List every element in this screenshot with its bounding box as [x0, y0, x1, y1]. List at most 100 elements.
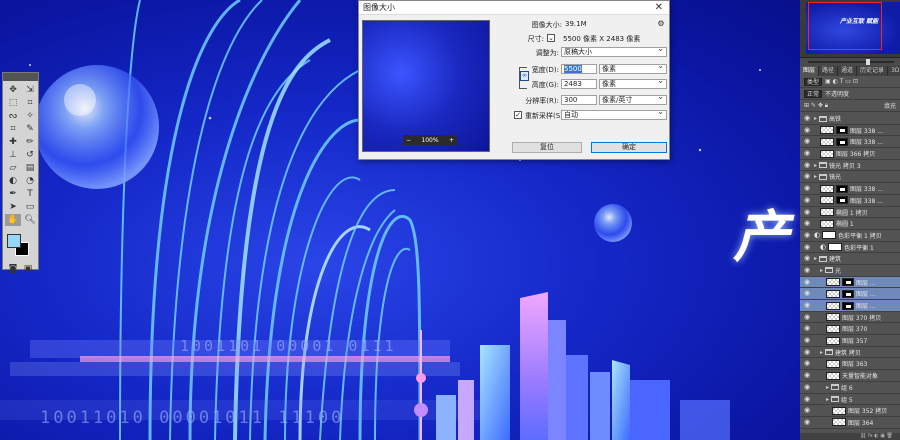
group-expand-icon[interactable]: ▸	[814, 255, 817, 262]
group-expand-icon[interactable]: ▸	[814, 115, 817, 122]
visibility-eye-icon[interactable]: ◉	[804, 418, 811, 425]
eraser-tool-icon[interactable]: ▱	[5, 162, 21, 174]
layer-mask-thumbnail[interactable]	[828, 243, 843, 252]
layer-name[interactable]: 镜光 拷贝 3	[829, 161, 861, 170]
layer-name[interactable]: 镜光	[829, 172, 841, 181]
visibility-eye-icon[interactable]: ◉	[804, 196, 811, 203]
layer-mask-thumbnail[interactable]	[842, 289, 854, 298]
close-icon[interactable]: ✕	[655, 2, 663, 13]
resample-select[interactable]: 自动	[561, 108, 667, 120]
tab-3d[interactable]: 3D	[888, 66, 900, 76]
zoom-tool-icon[interactable]: 🔍︎	[22, 214, 38, 226]
layer-thumbnail[interactable]	[820, 137, 834, 146]
layer-thumbnail[interactable]	[826, 301, 840, 310]
zoom-out-button[interactable]: −	[406, 137, 411, 144]
visibility-eye-icon[interactable]: ◉	[804, 395, 811, 402]
visibility-eye-icon[interactable]: ◉	[804, 185, 811, 192]
layer-name[interactable]: 组 5	[841, 395, 853, 404]
layer-row[interactable]: ◉ 图层 ...	[800, 288, 900, 300]
layer-name[interactable]: 建筑	[829, 254, 841, 263]
layer-name[interactable]: 图层 363	[842, 359, 867, 368]
tab-paths[interactable]: 路径	[819, 66, 839, 76]
visibility-eye-icon[interactable]: ◉	[804, 383, 811, 390]
foreground-color-swatch[interactable]	[7, 234, 21, 248]
layer-name[interactable]: 椭圆 1 拷贝	[836, 208, 868, 217]
layer-row[interactable]: ◉ 图层 366 拷贝	[800, 148, 900, 160]
visibility-eye-icon[interactable]: ◉	[804, 302, 811, 309]
layer-name[interactable]: 图层 357	[842, 336, 867, 345]
layer-row[interactable]: ◉ 图层 357	[800, 335, 900, 347]
visibility-eye-icon[interactable]: ◉	[804, 255, 811, 262]
layer-name[interactable]: 图层 370	[842, 324, 867, 333]
layer-thumbnail[interactable]	[820, 208, 834, 216]
group-expand-icon[interactable]: ▸	[820, 267, 823, 274]
layer-row[interactable]: ◉ ◐ 色彩平衡 1 拷贝	[800, 229, 900, 242]
group-expand-icon[interactable]: ▸	[820, 349, 823, 356]
layer-row[interactable]: ◉ 图层 338 ...	[800, 136, 900, 149]
layer-mask-thumbnail[interactable]	[836, 196, 848, 205]
layer-thumbnail[interactable]	[832, 418, 846, 427]
layer-thumbnail[interactable]	[826, 371, 840, 380]
layer-row[interactable]: ◉ 图层 338 ...	[800, 194, 900, 207]
layer-name[interactable]: 图层 338 ...	[850, 196, 883, 205]
layer-filter-select[interactable]: 类型	[804, 77, 823, 86]
layer-row[interactable]: ◉ 图层 370	[800, 323, 900, 336]
layer-row[interactable]: ◉ ▸ 镜光	[800, 171, 900, 184]
dialog-titlebar[interactable]: 图像大小	[359, 1, 669, 15]
group-expand-icon[interactable]: ▸	[814, 173, 817, 180]
layer-mask-thumbnail[interactable]	[842, 301, 854, 310]
navigator-zoom-slider[interactable]	[800, 58, 900, 66]
layer-thumbnail[interactable]	[820, 126, 834, 135]
visibility-eye-icon[interactable]: ◉	[804, 325, 811, 332]
visibility-eye-icon[interactable]: ◉	[804, 348, 811, 355]
gradient-tool-icon[interactable]: ▤	[22, 162, 38, 174]
artboard-tool-icon[interactable]: ⇲	[22, 84, 38, 96]
layer-name[interactable]: 图层 352 拷贝	[848, 406, 887, 415]
layer-row[interactable]: ◉ ▸ 组 5	[800, 393, 900, 406]
eyedropper-tool-icon[interactable]: ✎	[22, 123, 38, 135]
visibility-eye-icon[interactable]: ◉	[804, 126, 811, 133]
layer-row[interactable]: ◉ ▸ 建筑	[800, 253, 900, 265]
layer-name[interactable]: 图层 ...	[856, 301, 876, 310]
width-input[interactable]: 5500	[561, 64, 597, 74]
layer-name[interactable]: 建筑 拷贝	[835, 348, 861, 357]
layer-thumbnail[interactable]	[820, 149, 834, 158]
layer-name[interactable]: 色彩平衡 1 拷贝	[838, 231, 882, 240]
visibility-eye-icon[interactable]: ◉	[804, 407, 811, 414]
layer-name[interactable]: 图层 364	[848, 418, 873, 427]
tools-panel-grip[interactable]	[3, 73, 38, 81]
visibility-eye-icon[interactable]: ◉	[804, 337, 811, 344]
layer-thumbnail[interactable]	[826, 359, 840, 368]
blur-tool-icon[interactable]: ◐	[5, 175, 21, 187]
marquee-tool-icon[interactable]: ⬚	[5, 97, 21, 109]
layer-row[interactable]: ◉ ▸ 组 6	[800, 381, 900, 394]
layer-row[interactable]: ◉ ▸ 高铁	[800, 113, 900, 125]
ok-button[interactable]: 确定	[591, 142, 667, 153]
blend-mode-select[interactable]: 正常	[804, 89, 823, 98]
visibility-eye-icon[interactable]: ◉	[804, 161, 811, 168]
zoom-in-button[interactable]: +	[449, 137, 454, 144]
visibility-eye-icon[interactable]: ◉	[804, 278, 811, 285]
type-tool-icon[interactable]: T	[22, 188, 38, 200]
tab-history[interactable]: 历史记录	[857, 66, 889, 76]
crop-tool-icon[interactable]: ⌗	[5, 123, 21, 135]
layer-name[interactable]: 光	[835, 266, 841, 275]
layer-row[interactable]: ◉ 椭圆 1	[800, 218, 900, 230]
reset-button[interactable]: 复位	[512, 142, 582, 153]
layer-name[interactable]: 图层 ...	[856, 278, 876, 287]
visibility-eye-icon[interactable]: ◉	[804, 243, 811, 250]
layer-thumbnail[interactable]	[826, 324, 840, 333]
lock-icons[interactable]: ⊞ ✎ ✥ 🔒︎	[804, 102, 828, 110]
layer-row[interactable]: ◉ 图层 338 ...	[800, 124, 900, 137]
visibility-eye-icon[interactable]: ◉	[804, 372, 811, 379]
layer-mask-thumbnail[interactable]	[842, 278, 854, 287]
layer-thumbnail[interactable]	[826, 289, 840, 298]
layer-mask-thumbnail[interactable]	[836, 184, 848, 193]
navigator-view-box[interactable]	[808, 2, 882, 50]
resolution-input[interactable]: 300	[561, 95, 597, 105]
layer-mask-thumbnail[interactable]	[836, 137, 848, 146]
settings-gear-icon[interactable]: ⚙	[655, 17, 667, 29]
layer-name[interactable]: 图层 338 ...	[850, 137, 883, 146]
layer-row[interactable]: ◉ ▸ 镜光 拷贝 3	[800, 159, 900, 172]
history-brush-tool-icon[interactable]: ↺	[22, 149, 38, 161]
